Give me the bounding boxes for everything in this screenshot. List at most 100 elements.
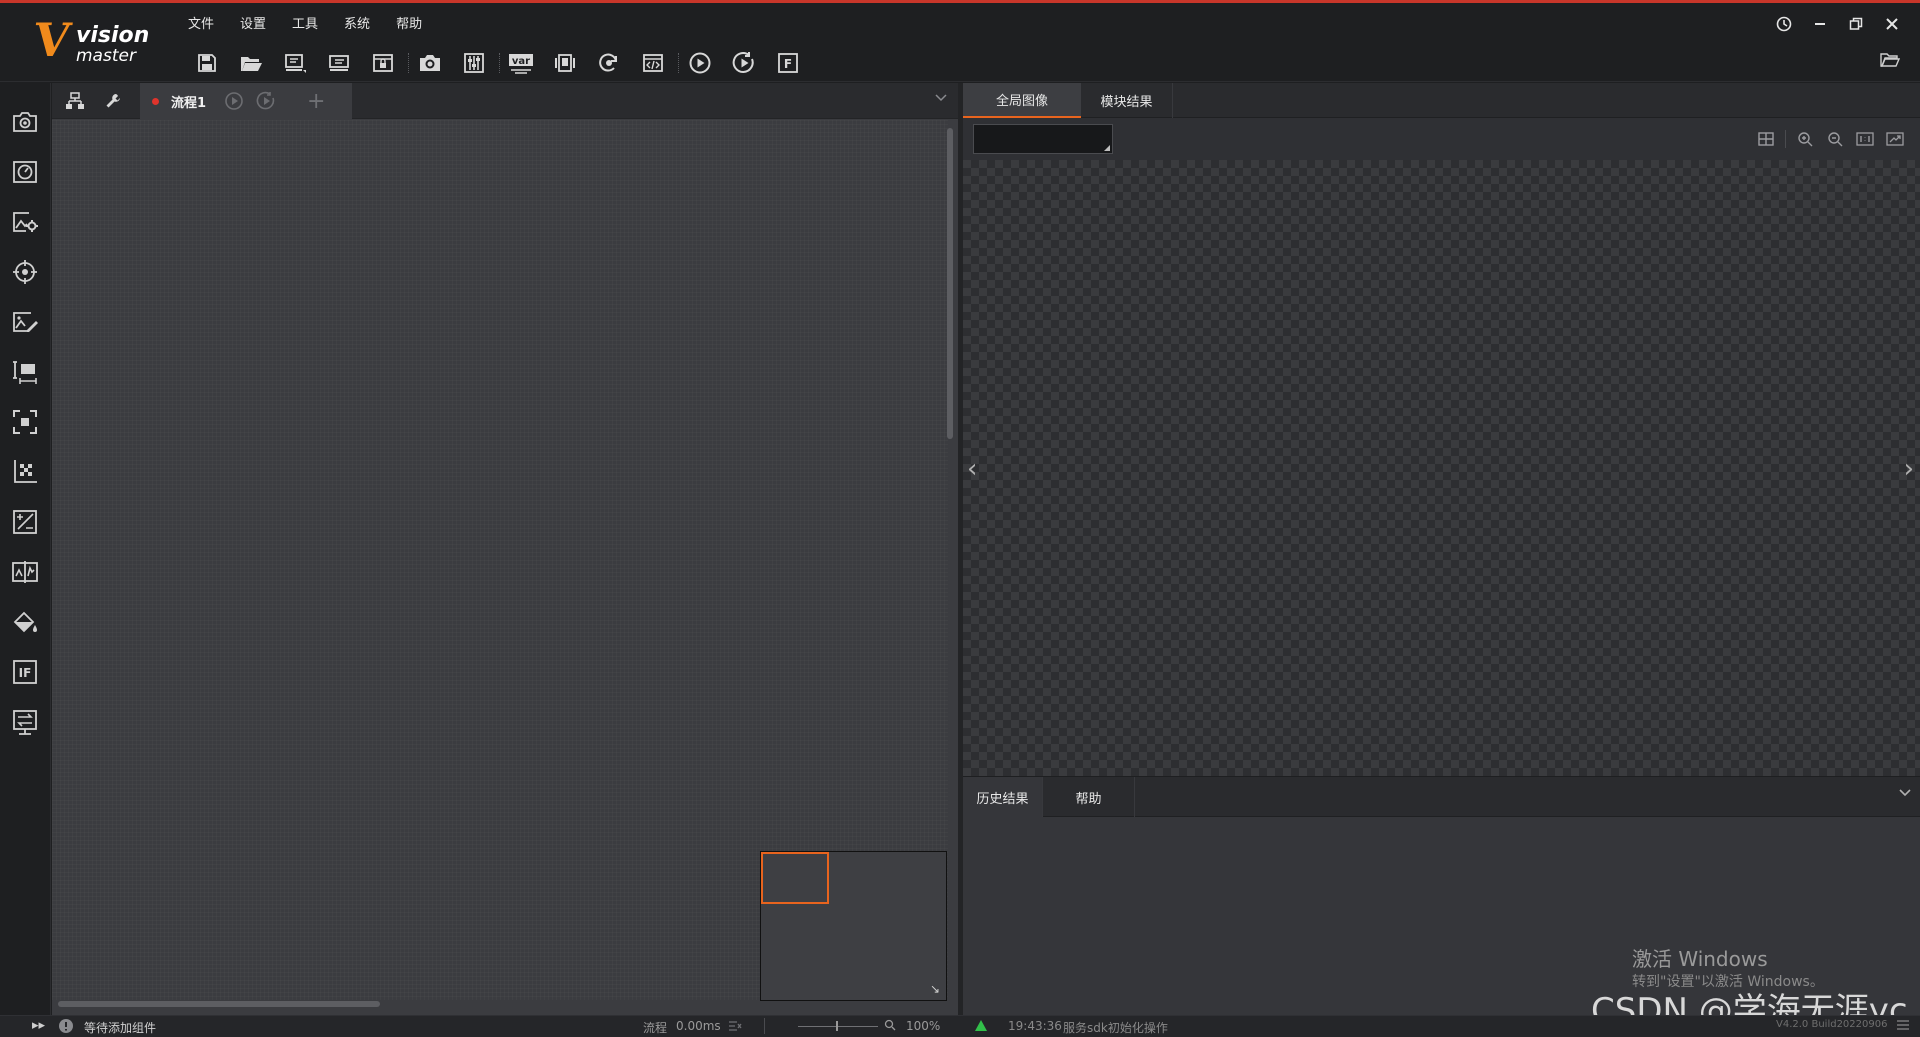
camera-button[interactable] — [413, 48, 447, 78]
history-collapse-button[interactable] — [1898, 788, 1912, 798]
zoom-out-button[interactable] — [1820, 127, 1850, 151]
script-button[interactable] — [636, 48, 670, 78]
color-processing-icon — [13, 611, 37, 633]
actual-size-button[interactable] — [1850, 127, 1880, 151]
tool-calibration[interactable] — [8, 155, 42, 189]
save-button[interactable] — [190, 48, 224, 78]
tab-history-result[interactable]: 历史结果 — [963, 777, 1043, 817]
restore-button[interactable] — [1838, 11, 1874, 37]
menu-help[interactable]: 帮助 — [396, 11, 436, 34]
save-as-icon — [285, 54, 306, 73]
menu-file[interactable]: 文件 — [188, 11, 228, 34]
open-button[interactable] — [234, 48, 268, 78]
minimize-button[interactable] — [1802, 11, 1838, 37]
tool-image-edit[interactable] — [8, 305, 42, 339]
tool-image-source[interactable] — [8, 105, 42, 139]
global-function-button[interactable]: F — [771, 48, 805, 78]
variable-button[interactable]: var — [504, 48, 538, 78]
global-trigger-button[interactable] — [592, 48, 626, 78]
flow-tree-button[interactable] — [56, 83, 94, 119]
menu-settings[interactable]: 设置 — [240, 11, 280, 34]
sidebar-expand-button[interactable]: ▸▸ — [32, 1018, 45, 1033]
tool-logic-calc[interactable] — [8, 505, 42, 539]
prev-image-button[interactable]: ‹ — [967, 454, 977, 484]
image-canvas[interactable]: ‹ › — [963, 160, 1920, 776]
wrench-icon — [106, 94, 120, 108]
run-loop-icon — [732, 52, 754, 73]
tool-image-processing[interactable] — [8, 205, 42, 239]
flow-tabs-dropdown[interactable] — [934, 93, 948, 103]
zoom-in-icon — [1798, 132, 1813, 147]
zoom-slider[interactable] — [798, 1026, 878, 1027]
camera-icon — [420, 55, 440, 71]
main-toolbar: var F — [190, 46, 815, 80]
log-list-icon[interactable] — [1896, 1019, 1910, 1031]
controller-icon — [464, 53, 484, 73]
fit-window-button[interactable] — [1880, 127, 1910, 151]
app-logo: V vision master — [30, 13, 152, 69]
minimap-viewport[interactable] — [761, 852, 829, 904]
tool-calibration-grid[interactable] — [8, 455, 42, 489]
next-image-button[interactable]: › — [1904, 454, 1914, 484]
flow-run-loop-button[interactable] — [256, 91, 276, 111]
run-once-button[interactable] — [683, 48, 717, 78]
svg-text:var: var — [512, 56, 530, 67]
flow-vertical-scrollbar[interactable] — [947, 128, 953, 439]
minimize-icon — [1815, 23, 1825, 25]
run-once-icon — [225, 92, 243, 110]
folder-open-icon — [1880, 53, 1900, 67]
global-f-icon: F — [778, 53, 798, 73]
flow-tab-label: 流程1 — [171, 95, 207, 111]
save-as-button[interactable] — [278, 48, 312, 78]
tool-recognition[interactable] — [8, 405, 42, 439]
open-solution-folder-button[interactable] — [1880, 51, 1900, 69]
select-corner-icon — [1104, 145, 1110, 151]
image-source-select[interactable] — [973, 124, 1113, 154]
image-toolbar — [963, 119, 1920, 159]
tab-global-image[interactable]: 全局图像 — [963, 83, 1081, 118]
title-bar: V vision master 文件 设置 工具 系统 帮助 var F — [0, 3, 1920, 82]
controller-button[interactable] — [457, 48, 491, 78]
history-button[interactable] — [1766, 11, 1802, 37]
run-loop-icon — [256, 91, 275, 110]
positioning-icon — [13, 260, 37, 284]
menu-system[interactable]: 系统 — [344, 11, 384, 34]
tool-box-sidebar: IF — [0, 83, 51, 1017]
flow-settings-button[interactable] — [94, 83, 132, 119]
zoom-slider-thumb[interactable] — [836, 1021, 838, 1031]
save-icon — [198, 54, 216, 72]
minimap-resize-icon[interactable]: ↘ — [930, 982, 940, 996]
tab-help[interactable]: 帮助 — [1043, 777, 1135, 817]
flow-run-once-button[interactable] — [224, 91, 244, 111]
window-controls — [1766, 11, 1910, 37]
communication-icon — [555, 54, 575, 72]
import-button[interactable] — [322, 48, 356, 78]
tool-communication-io[interactable] — [8, 705, 42, 739]
close-button[interactable] — [1874, 11, 1910, 37]
script-icon — [643, 54, 663, 72]
lock-button[interactable] — [366, 48, 400, 78]
run-loop-button[interactable] — [727, 48, 761, 78]
logo-letter: V — [30, 13, 74, 67]
actual-size-icon — [1856, 132, 1874, 146]
flow-horizontal-scrollbar[interactable] — [58, 1001, 380, 1007]
grid-view-button[interactable] — [1751, 127, 1781, 151]
open-folder-icon — [241, 57, 262, 71]
tool-positioning[interactable] — [8, 255, 42, 289]
tool-contrast[interactable] — [8, 555, 42, 589]
tab-module-result[interactable]: 模块结果 — [1081, 83, 1173, 118]
image-tab-bar: 全局图像 模块结果 — [963, 83, 1920, 118]
add-flow-button[interactable]: + — [307, 89, 325, 114]
clear-time-icon[interactable] — [728, 1020, 742, 1032]
tool-color-processing[interactable] — [8, 605, 42, 639]
menu-tools[interactable]: 工具 — [292, 11, 332, 34]
logo-text-main: vision — [76, 23, 150, 48]
zoom-in-button[interactable] — [1790, 127, 1820, 151]
run-once-icon — [689, 52, 711, 74]
flow-minimap[interactable]: ↘ — [760, 851, 947, 1001]
tool-if-logic[interactable]: IF — [8, 655, 42, 689]
communication-button[interactable] — [548, 48, 582, 78]
restore-icon — [1849, 17, 1863, 30]
tool-measurement[interactable] — [8, 355, 42, 389]
build-version: V4.2.0 Build20220906 — [1776, 1019, 1888, 1030]
